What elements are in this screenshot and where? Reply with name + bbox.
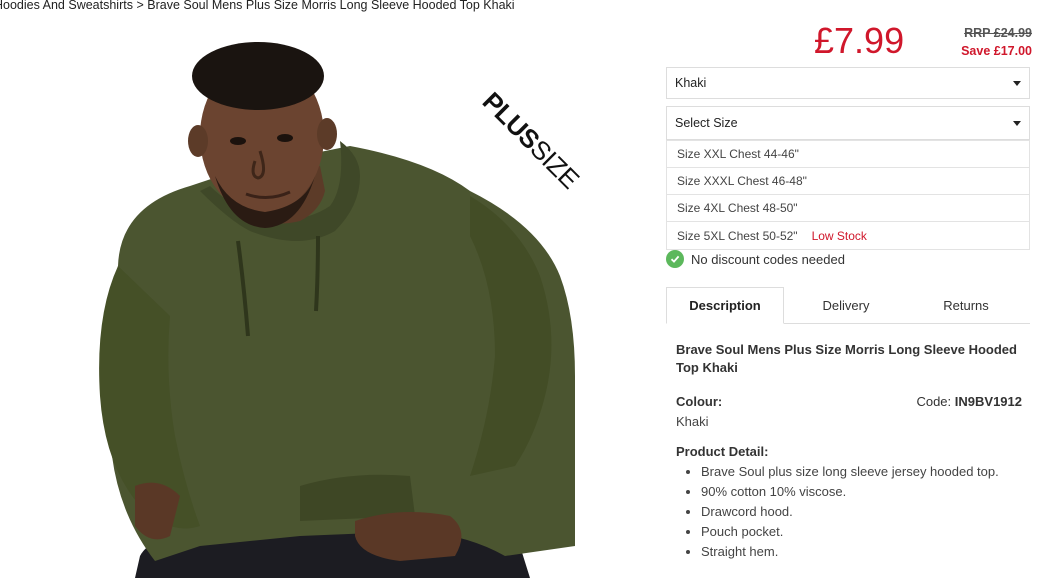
tab-returns[interactable]: Returns (906, 287, 1026, 324)
save-amount: Save £17.00 (961, 44, 1032, 58)
colour-select-value: Khaki (675, 76, 707, 90)
list-item: Straight hem. (701, 542, 999, 562)
colour-select[interactable]: Khaki (666, 67, 1030, 99)
size-option[interactable]: Size 5XL Chest 50-52" Low Stock (667, 222, 1029, 249)
size-option-label: Size 5XL Chest 50-52" (677, 228, 798, 243)
code-value: IN9BV1912 (954, 394, 1022, 409)
list-item: Drawcord hood. (701, 502, 999, 522)
colour-label: Colour: (676, 394, 723, 409)
size-option[interactable]: Size XXL Chest 44-46" (667, 141, 1029, 168)
price-block: £7.99 RRP £24.99 Save £17.00 (652, 18, 1032, 66)
discount-text: No discount codes needed (691, 251, 845, 267)
product-code: Code: IN9BV1912 (916, 394, 1022, 409)
list-item: 90% cotton 10% viscose. (701, 482, 999, 502)
size-option-label: Size XXXL Chest 46-48" (677, 174, 807, 188)
tab-delivery[interactable]: Delivery (786, 287, 906, 324)
product-detail-list: Brave Soul plus size long sleeve jersey … (681, 462, 999, 562)
colour-value: Khaki (676, 414, 709, 429)
chevron-down-icon (1013, 120, 1021, 126)
current-price: £7.99 (814, 20, 905, 61)
breadcrumb-parent-link[interactable]: Hoodies And Sweatshirts (0, 0, 133, 12)
tab-label: Delivery (822, 298, 870, 313)
low-stock-label: Low Stock (811, 228, 867, 243)
product-photo-illustration (99, 42, 575, 578)
tab-description[interactable]: Description (666, 287, 784, 324)
size-option[interactable]: Size XXXL Chest 46-48" (667, 168, 1029, 195)
size-select-placeholder: Select Size (675, 116, 738, 130)
breadcrumb: Hoodies And Sweatshirts > Brave Soul Men… (0, 0, 515, 12)
product-detail-label: Product Detail: (676, 444, 769, 459)
product-tabs: Description Delivery Returns (666, 287, 1030, 324)
tab-label: Returns (943, 298, 989, 313)
check-circle-icon (666, 250, 684, 268)
description-title: Brave Soul Mens Plus Size Morris Long Sl… (676, 342, 1017, 375)
tab-label: Description (689, 298, 761, 313)
size-option-label: Size 4XL Chest 48-50" (677, 201, 798, 215)
list-item: Pouch pocket. (701, 522, 999, 542)
list-item: Brave Soul plus size long sleeve jersey … (701, 462, 999, 482)
size-option-label: Size XXL Chest 44-46" (677, 147, 799, 161)
breadcrumb-separator: > (136, 0, 144, 12)
breadcrumb-current: Brave Soul Mens Plus Size Morris Long Sl… (147, 0, 515, 12)
product-image[interactable]: PLUSSIZE (0, 16, 640, 578)
chevron-down-icon (1013, 80, 1021, 86)
rrp-price: RRP £24.99 (964, 26, 1032, 40)
code-label: Code: (916, 394, 952, 409)
size-options-list: Size XXL Chest 44-46" Size XXXL Chest 46… (666, 140, 1030, 250)
size-option[interactable]: Size 4XL Chest 48-50" (667, 195, 1029, 222)
size-select[interactable]: Select Size (666, 106, 1030, 140)
discount-note: No discount codes needed (666, 250, 845, 268)
